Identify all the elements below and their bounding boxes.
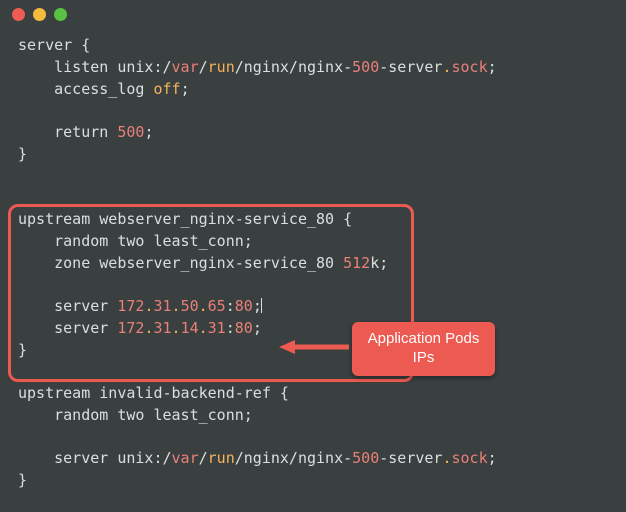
- code-line: upstream invalid-backend-ref {: [18, 384, 289, 402]
- callout-label: Application Pods IPs: [352, 322, 495, 376]
- title-bar: [0, 0, 626, 21]
- code-line: }: [18, 341, 27, 359]
- code-line: zone webserver_nginx-service_80 512k;: [18, 254, 388, 272]
- minimize-icon[interactable]: [33, 8, 46, 21]
- code-line: random two least_conn;: [18, 406, 253, 424]
- zoom-icon[interactable]: [54, 8, 67, 21]
- code-line: server {: [18, 36, 90, 54]
- code-line: listen unix:/var/run/nginx/nginx-500-ser…: [18, 58, 497, 76]
- code-line: return 500;: [18, 123, 153, 141]
- code-line: server unix:/var/run/nginx/nginx-500-ser…: [18, 449, 497, 467]
- code-line: random two least_conn;: [18, 232, 253, 250]
- close-icon[interactable]: [12, 8, 25, 21]
- terminal-window: server { listen unix:/var/run/nginx/ngin…: [0, 0, 626, 512]
- code-line: server 172.31.14.31:80;: [18, 319, 262, 337]
- text-cursor: [261, 298, 262, 313]
- code-line: access_log off;: [18, 80, 190, 98]
- code-line: server 172.31.50.65:80;: [18, 297, 262, 315]
- code-line: }: [18, 471, 27, 489]
- code-line: }: [18, 145, 27, 163]
- code-block: server { listen unix:/var/run/nginx/ngin…: [0, 21, 626, 492]
- code-line: upstream webserver_nginx-service_80 {: [18, 210, 352, 228]
